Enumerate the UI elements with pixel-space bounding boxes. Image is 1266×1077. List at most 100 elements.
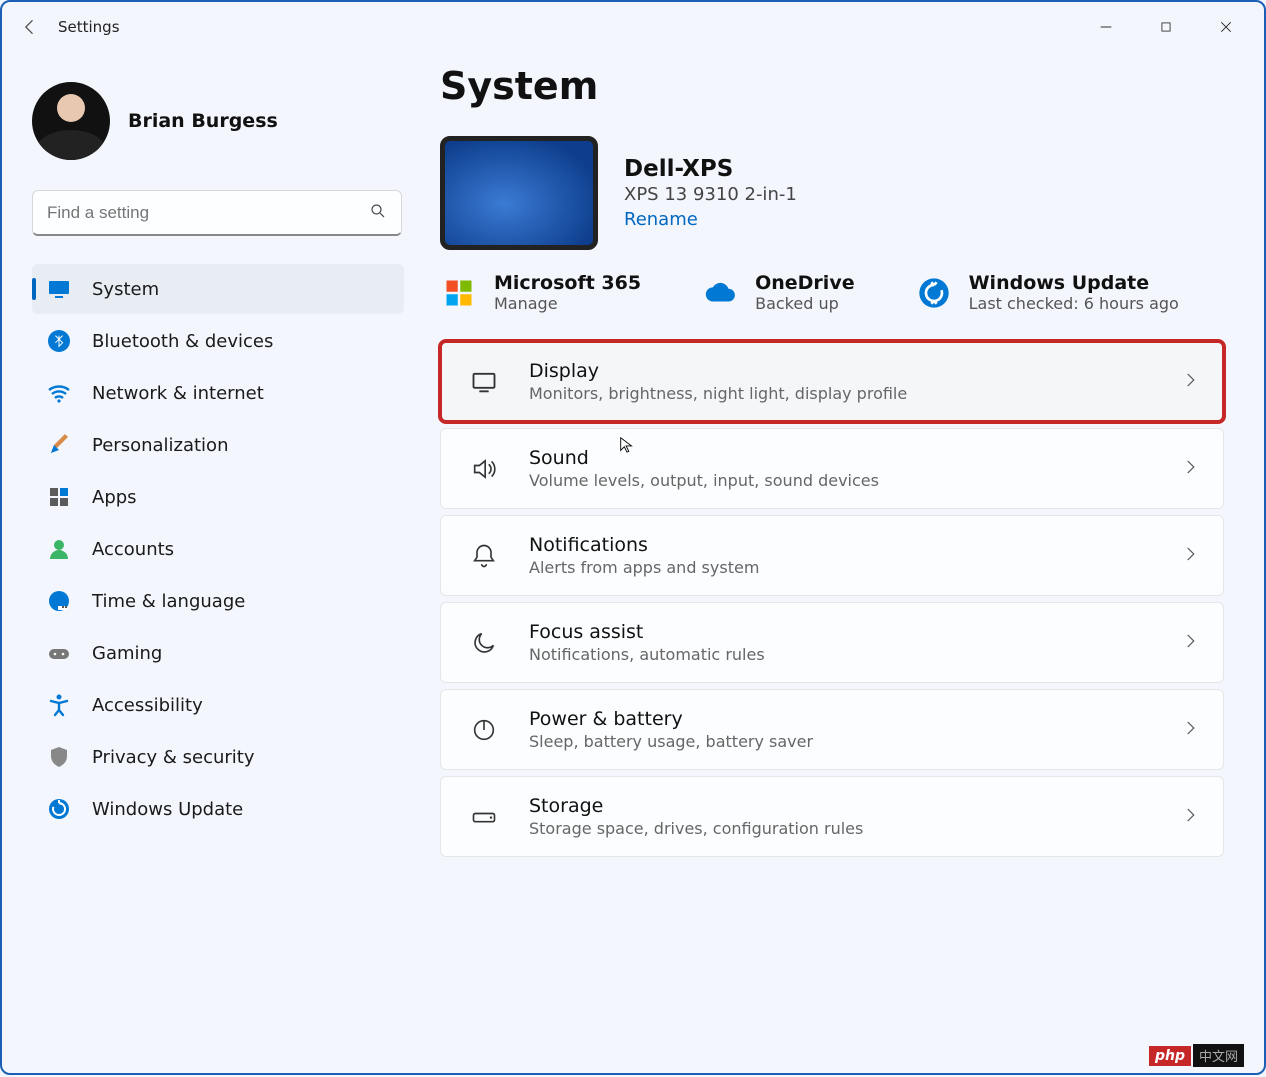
rename-link[interactable]: Rename xyxy=(624,209,797,230)
status-update[interactable]: Windows Update Last checked: 6 hours ago xyxy=(915,272,1179,313)
person-icon xyxy=(46,536,72,562)
apps-icon xyxy=(46,484,72,510)
watermark-a: php xyxy=(1149,1046,1191,1066)
card-sub: Storage space, drives, configuration rul… xyxy=(529,819,1181,838)
search-icon xyxy=(369,202,387,224)
app-title: Settings xyxy=(58,18,120,36)
status-onedrive-sub: Backed up xyxy=(755,294,855,313)
bell-icon xyxy=(465,542,503,570)
card-power[interactable]: Power & battery Sleep, battery usage, ba… xyxy=(440,689,1224,770)
status-onedrive-title: OneDrive xyxy=(755,272,855,294)
close-button[interactable] xyxy=(1196,7,1256,47)
system-icon xyxy=(46,276,72,302)
card-storage[interactable]: Storage Storage space, drives, configura… xyxy=(440,776,1224,857)
sidebar-item-person[interactable]: Accounts xyxy=(32,524,404,574)
search-input[interactable] xyxy=(47,203,369,223)
chevron-right-icon xyxy=(1181,632,1199,654)
card-title: Display xyxy=(529,360,1181,382)
user-name: Brian Burgess xyxy=(128,110,278,132)
sidebar-item-label: Gaming xyxy=(92,643,162,664)
card-sound[interactable]: Sound Volume levels, output, input, soun… xyxy=(440,428,1224,509)
sidebar-item-apps[interactable]: Apps xyxy=(32,472,404,522)
chevron-right-icon xyxy=(1181,719,1199,741)
device-model: XPS 13 9310 2-in-1 xyxy=(624,184,797,205)
sidebar-item-label: Personalization xyxy=(92,435,228,456)
microsoft-icon xyxy=(440,274,478,312)
settings-cards: Display Monitors, brightness, night ligh… xyxy=(440,341,1224,857)
sidebar-item-system[interactable]: System xyxy=(32,264,404,314)
sidebar-item-label: Windows Update xyxy=(92,799,243,820)
minimize-button[interactable] xyxy=(1076,7,1136,47)
user-block[interactable]: Brian Burgess xyxy=(32,82,404,160)
device-name: Dell-XPS xyxy=(624,156,797,182)
globe-icon xyxy=(46,588,72,614)
sidebar-item-update[interactable]: Windows Update xyxy=(32,784,404,834)
status-row: Microsoft 365 Manage OneDrive Backed up … xyxy=(440,272,1224,313)
sidebar-item-shield[interactable]: Privacy & security xyxy=(32,732,404,782)
display-icon xyxy=(465,368,503,396)
chevron-right-icon xyxy=(1181,458,1199,480)
sidebar-item-accessibility[interactable]: Accessibility xyxy=(32,680,404,730)
sidebar-item-globe[interactable]: Time & language xyxy=(32,576,404,626)
storage-icon xyxy=(465,803,503,831)
sound-icon xyxy=(465,455,503,483)
card-sub: Notifications, automatic rules xyxy=(529,645,1181,664)
card-title: Power & battery xyxy=(529,708,1181,730)
sidebar-item-brush[interactable]: Personalization xyxy=(32,420,404,470)
maximize-icon xyxy=(1159,20,1173,34)
card-moon[interactable]: Focus assist Notifications, automatic ru… xyxy=(440,602,1224,683)
brush-icon xyxy=(46,432,72,458)
status-update-title: Windows Update xyxy=(969,272,1179,294)
cloud-icon xyxy=(701,274,739,312)
status-update-sub: Last checked: 6 hours ago xyxy=(969,294,1179,313)
sidebar-item-label: Accounts xyxy=(92,539,174,560)
card-sub: Sleep, battery usage, battery saver xyxy=(529,732,1181,751)
card-bell[interactable]: Notifications Alerts from apps and syste… xyxy=(440,515,1224,596)
card-sub: Monitors, brightness, night light, displ… xyxy=(529,384,1181,403)
watermark-b: 中文网 xyxy=(1193,1044,1244,1067)
search-box[interactable] xyxy=(32,190,402,236)
shield-icon xyxy=(46,744,72,770)
wifi-icon xyxy=(46,380,72,406)
status-ms365[interactable]: Microsoft 365 Manage xyxy=(440,272,641,313)
maximize-button[interactable] xyxy=(1136,7,1196,47)
power-icon xyxy=(465,716,503,744)
close-icon xyxy=(1218,19,1234,35)
sidebar-item-label: System xyxy=(92,279,159,300)
minimize-icon xyxy=(1098,19,1114,35)
update-icon xyxy=(46,796,72,822)
card-display[interactable]: Display Monitors, brightness, night ligh… xyxy=(440,341,1224,422)
sidebar-item-label: Network & internet xyxy=(92,383,264,404)
status-ms365-title: Microsoft 365 xyxy=(494,272,641,294)
gamepad-icon xyxy=(46,640,72,666)
sidebar: Brian Burgess System Bluetooth & devices… xyxy=(2,52,422,1077)
chevron-right-icon xyxy=(1181,371,1199,393)
sidebar-item-bluetooth[interactable]: Bluetooth & devices xyxy=(32,316,404,366)
card-sub: Volume levels, output, input, sound devi… xyxy=(529,471,1181,490)
sidebar-item-label: Privacy & security xyxy=(92,747,255,768)
sidebar-item-label: Bluetooth & devices xyxy=(92,331,273,352)
avatar xyxy=(32,82,110,160)
moon-icon xyxy=(465,629,503,657)
device-image xyxy=(440,136,598,250)
chevron-right-icon xyxy=(1181,806,1199,828)
back-button[interactable] xyxy=(10,7,50,47)
card-sub: Alerts from apps and system xyxy=(529,558,1181,577)
sidebar-item-wifi[interactable]: Network & internet xyxy=(32,368,404,418)
status-onedrive[interactable]: OneDrive Backed up xyxy=(701,272,855,313)
window-controls xyxy=(1076,7,1256,47)
chevron-right-icon xyxy=(1181,545,1199,567)
sidebar-item-label: Time & language xyxy=(92,591,245,612)
nav: System Bluetooth & devices Network & int… xyxy=(32,264,404,834)
watermark: php 中文网 xyxy=(1149,1044,1244,1067)
card-title: Notifications xyxy=(529,534,1181,556)
card-title: Sound xyxy=(529,447,1181,469)
bluetooth-icon xyxy=(46,328,72,354)
card-title: Focus assist xyxy=(529,621,1181,643)
device-block: Dell-XPS XPS 13 9310 2-in-1 Rename xyxy=(440,136,1224,250)
sidebar-item-label: Accessibility xyxy=(92,695,203,716)
sidebar-item-gamepad[interactable]: Gaming xyxy=(32,628,404,678)
sidebar-item-label: Apps xyxy=(92,487,137,508)
refresh-icon xyxy=(915,274,953,312)
arrow-left-icon xyxy=(20,17,40,37)
